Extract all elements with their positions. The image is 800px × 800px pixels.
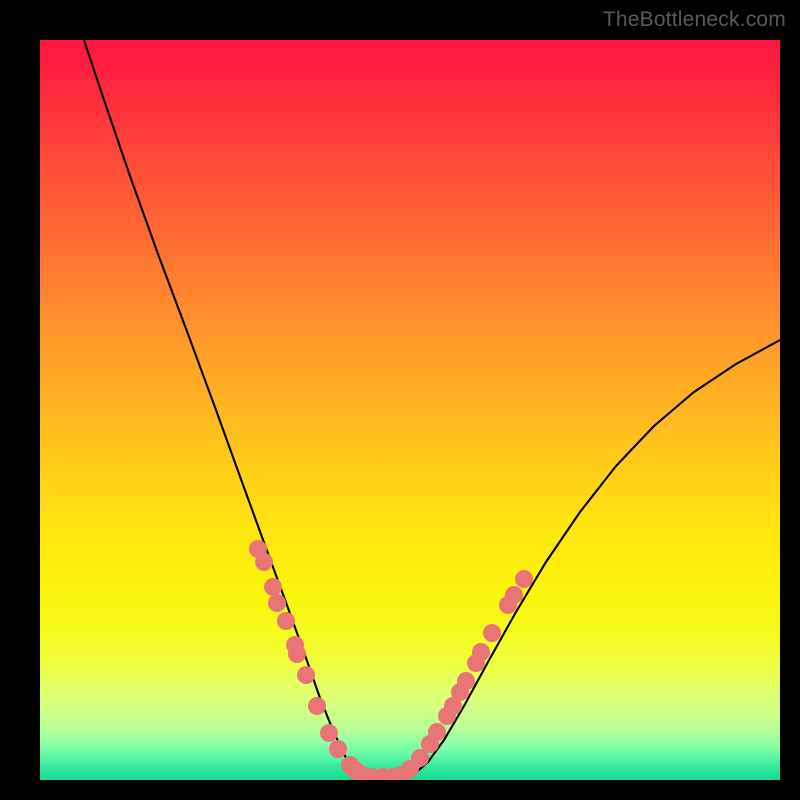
data-marker xyxy=(457,672,475,690)
curve-left-arm xyxy=(84,40,396,780)
marker-layer xyxy=(249,540,533,780)
chart-frame: TheBottleneck.com xyxy=(0,0,800,800)
data-marker xyxy=(297,666,315,684)
plot-area xyxy=(40,40,780,780)
data-marker xyxy=(505,586,523,604)
data-marker xyxy=(255,553,273,571)
data-marker xyxy=(288,645,306,663)
data-marker xyxy=(320,724,338,742)
data-marker xyxy=(483,624,501,642)
data-marker xyxy=(329,740,347,758)
watermark-text: TheBottleneck.com xyxy=(603,8,786,32)
data-marker xyxy=(308,697,326,715)
curve-layer xyxy=(84,40,780,780)
data-marker xyxy=(515,570,533,588)
data-marker xyxy=(428,723,446,741)
chart-svg xyxy=(40,40,780,780)
data-marker xyxy=(277,612,295,630)
data-marker xyxy=(472,643,490,661)
data-marker xyxy=(268,594,286,612)
data-marker xyxy=(264,578,282,596)
